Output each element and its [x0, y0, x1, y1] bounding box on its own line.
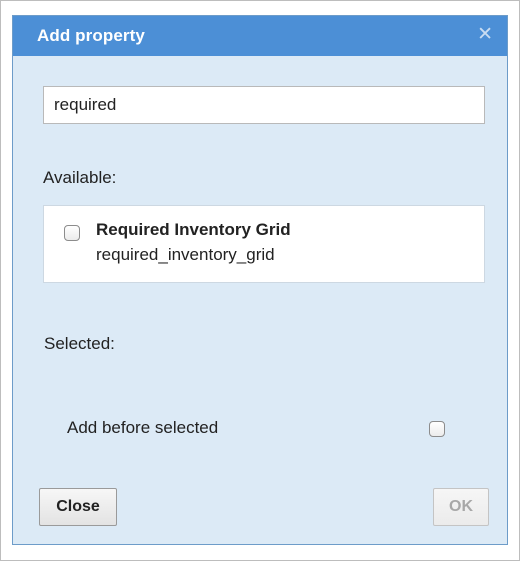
add-before-checkbox[interactable]	[429, 421, 445, 437]
window-frame: Add property ✕ Available: Required Inven…	[0, 0, 520, 561]
item-title: Required Inventory Grid	[96, 220, 291, 239]
property-search-input[interactable]	[43, 86, 485, 124]
available-list: Required Inventory Grid required_invento…	[43, 205, 485, 283]
ok-button[interactable]: OK	[433, 488, 489, 526]
dialog-titlebar: Add property ✕	[13, 16, 507, 56]
dialog-title: Add property	[37, 26, 145, 45]
available-label: Available:	[43, 168, 117, 187]
close-button[interactable]: Close	[39, 488, 117, 526]
add-property-dialog: Add property ✕ Available: Required Inven…	[12, 15, 508, 545]
add-before-label: Add before selected	[67, 418, 219, 437]
close-icon[interactable]: ✕	[477, 25, 493, 45]
item-name: required_inventory_grid	[96, 245, 275, 264]
selected-label: Selected:	[44, 334, 115, 353]
item-checkbox[interactable]	[64, 225, 80, 241]
